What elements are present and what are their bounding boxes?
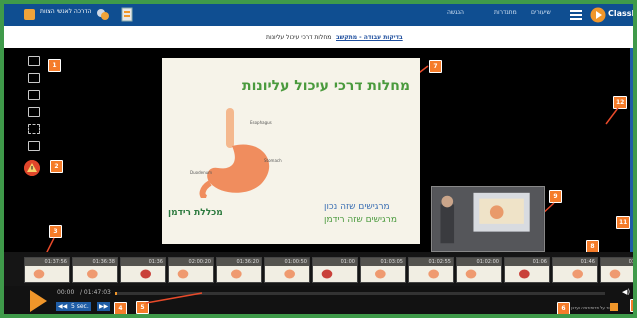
thumbnail-time: 01:00 [313,258,357,266]
logo-text: ClassBoost [608,9,633,18]
progress-fill [115,292,117,295]
callout-3-play: 3 [49,225,62,238]
thumbnail-time: 01:01 [601,258,633,266]
slide-thumbnail[interactable]: 01:01 [600,257,633,283]
nav-lessons[interactable]: שיעורים [531,9,551,16]
presenter-camera-view[interactable] [431,186,545,252]
thumbnail-image-icon [33,269,45,279]
slide-title: מחלות דרכי עיכול עליונות [242,78,411,94]
label-duodenum: Duodenum [190,170,213,175]
callout-12-rail: 12 [613,96,628,109]
thumbnail-image-icon [87,269,98,279]
thumbnail-image-icon [177,269,189,279]
breadcrumb-link[interactable]: בדיקות עבודה - מתקשב [336,34,403,41]
thumbnail-time: 01:00:50 [265,258,309,266]
slide-thumbnail[interactable]: 01:37:56 [24,257,70,283]
top-bar: הדרכה לאנשי הצוות הנגשה מתנדרות שיעורים … [4,4,633,26]
chat-icon[interactable] [96,8,110,21]
slide-subtitle-1: מרגישים שזה נכון [324,202,390,212]
thumbnail-time: 02:00:20 [169,258,213,266]
thumbnail-image-icon [140,269,151,279]
thumbnail-time: 01:02:55 [409,258,453,266]
callout-9-pip: 9 [549,190,562,203]
thumbnail-image-icon [231,269,242,279]
thumbnail-image-icon [465,269,477,279]
callout-11-strip: 11 [616,216,631,229]
player-controls: 00:00 / 01:47:03 ◀◀ 5 sec. ▶▶ 4 5 6 שמור… [4,286,633,314]
hamburger-menu-icon[interactable] [570,10,582,20]
pip-view-icon[interactable] [28,141,40,151]
thumbnail-time: 01:03:05 [361,258,405,266]
label-stomach: Stomach [264,158,282,163]
thumbnail-strip: 01:37:56 01:36:38 01:36 02:00:20 01:36:20 01:… [4,252,633,286]
play-button[interactable] [30,290,47,312]
slide-thumbnail[interactable]: 01:02:55 [408,257,454,283]
slide-thumbnail[interactable]: 01:00 [312,257,358,283]
app-frame: הדרכה לאנשי הצוות הנגשה מתנדרות שיעורים … [0,0,637,318]
skip-interval-select[interactable]: 5 sec. [69,302,91,311]
slide-thumbnail[interactable]: 01:46 [552,257,598,283]
sync-toggle-icon[interactable] [610,303,618,311]
slide-thumbnail[interactable]: 01:06 [504,257,550,283]
thumbnail-time: 01:36 [121,258,165,266]
callout-10-volume: 10 [630,299,633,312]
thumbnail-image-icon [609,269,621,279]
presentation-slide[interactable]: מחלות דרכי עיכול עליונות Esophagus Stoma… [162,58,420,244]
slide-thumbnail[interactable]: 01:03:05 [360,257,406,283]
callout-6-live: 6 [557,302,570,314]
thumbnail-time: 01:46 [553,258,597,266]
presenter-icon[interactable] [28,90,40,100]
callout-2-warning: 2 [50,160,63,173]
nav-volunteers[interactable]: מתנדרות [494,9,517,16]
right-tool-rail[interactable] [630,48,633,252]
callout-7-slide: 7 [429,60,442,73]
thumbnail-image-icon [519,269,530,279]
breadcrumb: מחלות דרכי עיכול עליונות בדיקות עבודה - … [4,26,633,48]
slide-thumbnail[interactable]: 02:00:20 [168,257,214,283]
volume-icon[interactable]: ◀) [622,288,630,296]
video-stage: 1 2 3 7 9 12 8 11 מחלות דרכי עיכול עליונ… [4,48,633,253]
classboost-logo-icon [590,7,606,23]
callout-5-arrow [145,292,203,304]
thumbnail-time: 01:06 [505,258,549,266]
fullslide-icon[interactable] [28,107,40,117]
rewind-icon[interactable]: ◀◀ [56,302,70,311]
slide-thumbnail[interactable]: 01:02:00 [456,257,502,283]
nav-accessibility[interactable]: הנגשה [447,9,464,16]
live-sync-label: שמור על פרופורציה ועדכן [571,305,616,310]
slide-thumbnail[interactable]: 01:36:20 [216,257,262,283]
total-time: / 01:47:03 [80,289,111,296]
label-esophagus: Esophagus [250,120,272,125]
warning-icon[interactable] [24,160,40,176]
thumbnail-time: 01:02:00 [457,258,501,266]
slides-icon[interactable] [28,73,40,83]
thumbnail-time: 01:36:20 [217,258,261,266]
thumbnail-image-icon [428,269,439,279]
callout-4-skip: 4 [114,302,127,314]
camera-frame-icon [432,187,544,251]
thumbnail-image-icon [321,269,333,279]
split-view-icon[interactable] [28,124,40,134]
forward-icon[interactable]: ▶▶ [97,302,111,311]
thumbnail-image-icon [375,269,386,279]
thumbnail-image-icon [284,269,295,279]
callout-1-layout: 1 [48,59,61,72]
slide-thumbnail[interactable]: 01:36:38 [72,257,118,283]
thumbnail-image-icon [572,269,583,279]
document-icon[interactable] [121,7,133,22]
breadcrumb-current: מחלות דרכי עיכול עליונות [266,34,332,41]
thumbnail-time: 01:37:56 [25,258,69,266]
layout-icon[interactable] [28,56,40,66]
slide-thumbnail[interactable]: 01:36 [120,257,166,283]
current-time: 00:00 [57,289,75,296]
slide-subtitle-2: מרגישים שזה רידמן [324,215,397,225]
thumbnail-time: 01:36:38 [73,258,117,266]
slide-thumbnail[interactable]: 01:00:50 [264,257,310,283]
user-menu-label[interactable]: הדרכה לאנשי הצוות [40,8,92,15]
user-avatar-icon[interactable] [24,9,35,20]
college-logo: מכללת רידמן [168,208,223,218]
